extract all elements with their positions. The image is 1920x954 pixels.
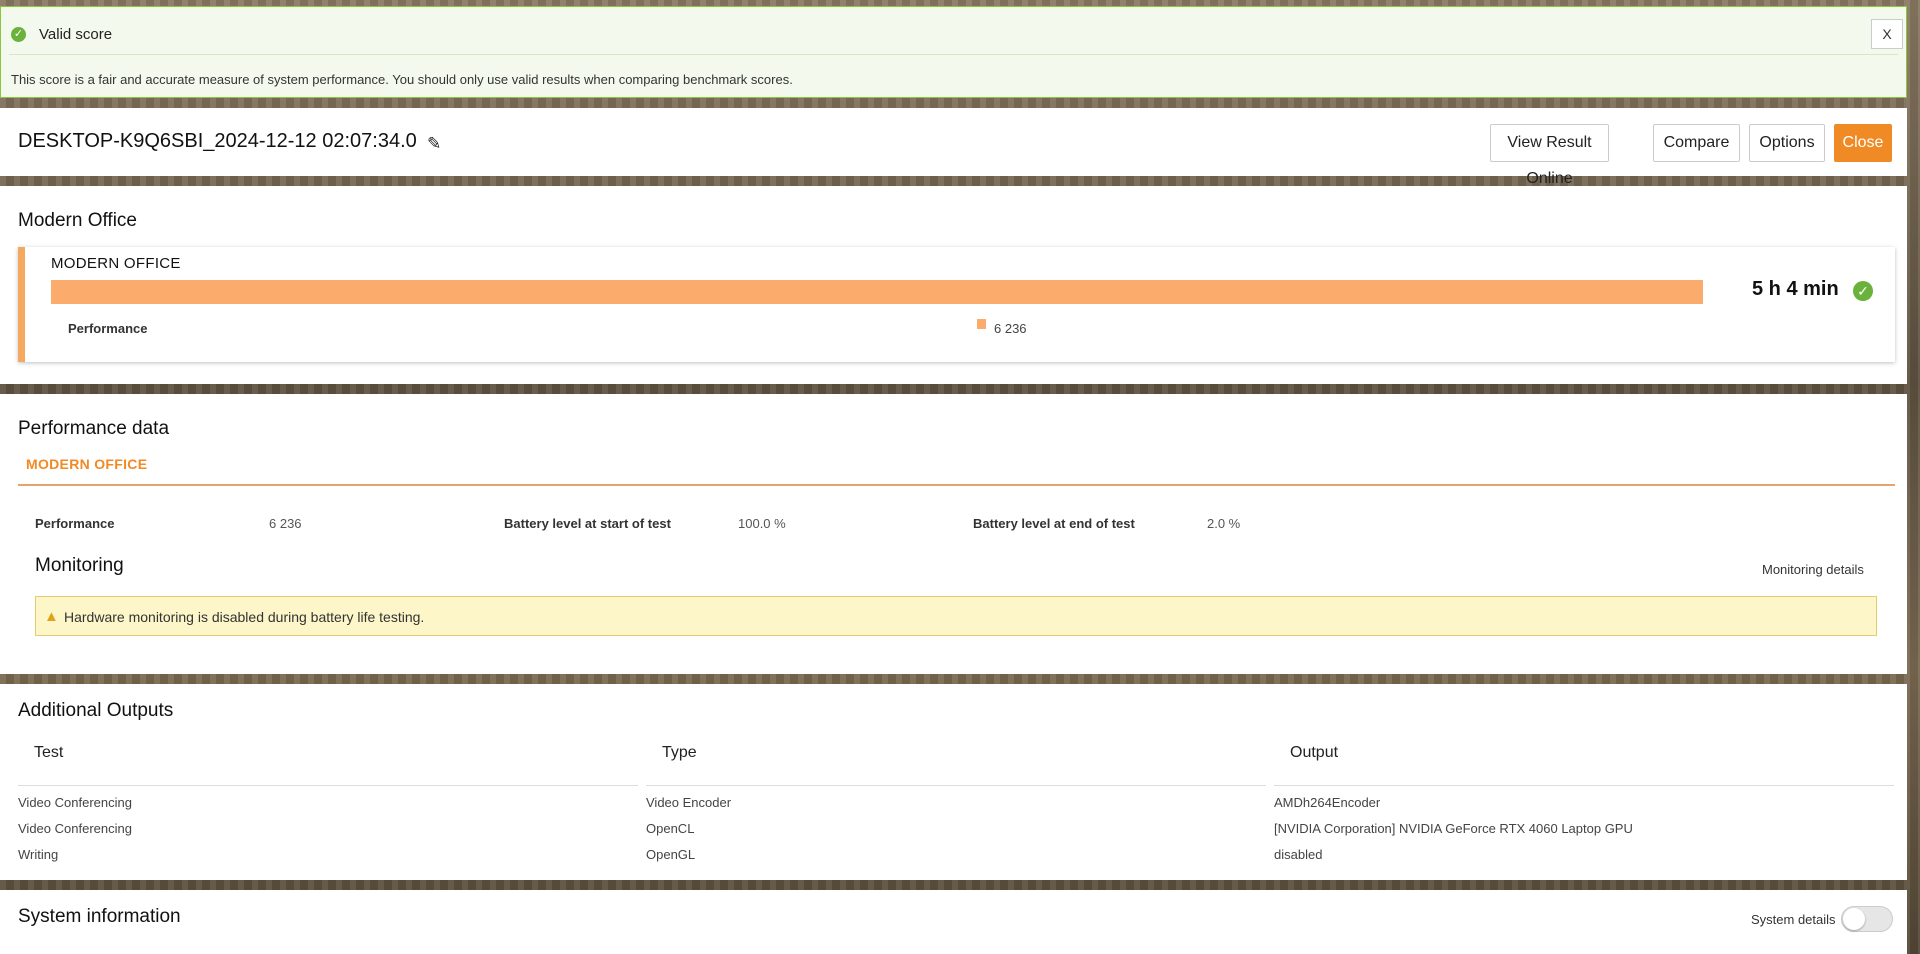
table-cell: Video Conferencing <box>18 821 132 836</box>
valid-check-icon: ✓ <box>1853 281 1873 301</box>
system-details-toggle[interactable] <box>1841 906 1893 932</box>
metric-value: 2.0 % <box>1207 516 1241 531</box>
metric-label: Battery level at start of test <box>504 516 671 531</box>
metric-value: 6 236 <box>269 516 302 531</box>
options-button[interactable]: Options <box>1749 124 1825 162</box>
table-cell: AMDh264Encoder <box>1274 795 1381 810</box>
section-title: Additional Outputs <box>18 700 174 721</box>
column-divider <box>18 785 638 786</box>
banner-close-button[interactable]: X <box>1871 19 1903 49</box>
column-header-test: Test <box>34 744 64 761</box>
warning-text: Hardware monitoring is disabled during b… <box>64 609 425 625</box>
close-button[interactable]: Close <box>1834 124 1892 162</box>
score-card-label: MODERN OFFICE <box>51 255 181 272</box>
system-details-label: System details <box>1751 912 1836 927</box>
banner-description: This score is a fair and accurate measur… <box>11 72 793 87</box>
monitoring-details-link[interactable]: Monitoring details <box>1762 562 1864 577</box>
view-result-online-button[interactable]: View Result Online <box>1490 124 1609 187</box>
metric-value: 100.0 % <box>738 516 786 531</box>
table-cell: OpenGL <box>646 847 696 862</box>
metric-label: Performance <box>35 516 115 531</box>
additional-outputs-section: Additional Outputs Test Type Output Vide… <box>0 684 1907 880</box>
column-header-output: Output <box>1290 744 1339 761</box>
score-bar <box>51 280 1703 304</box>
table-cell: Writing <box>18 847 59 862</box>
metric-label: Battery level at end of test <box>973 516 1135 531</box>
tab-underline <box>18 484 1895 486</box>
warning-icon: ▲ <box>44 608 59 625</box>
column-header-type: Type <box>662 744 697 761</box>
metric-value: 6 236 <box>994 321 1027 336</box>
metric-label: Performance <box>68 321 148 336</box>
section-title: Performance data <box>18 418 170 439</box>
banner-divider <box>9 54 1898 55</box>
table-cell: Video Encoder <box>646 795 732 810</box>
result-header: DESKTOP-K9Q6SBI_2024-12-12 02:07:34.0 ✎ … <box>0 108 1907 187</box>
score-card: MODERN OFFICE Performance 6 236 5 h 4 mi… <box>18 247 1895 362</box>
tab-modern-office[interactable]: MODERN OFFICE <box>26 456 147 472</box>
score-section: Modern Office MODERN OFFICE Performance … <box>0 186 1907 384</box>
system-information-section: System information System details <box>0 890 1907 954</box>
valid-score-banner: ✓ Valid score This score is a fair and a… <box>0 6 1907 98</box>
legend-swatch <box>977 319 986 329</box>
monitoring-warning: ▲ Hardware monitoring is disabled during… <box>35 596 1877 636</box>
table-cell: Video Conferencing <box>18 795 132 810</box>
banner-title: Valid score <box>39 26 113 43</box>
edit-pencil-icon[interactable]: ✎ <box>427 134 441 154</box>
table-cell: [NVIDIA Corporation] NVIDIA GeForce RTX … <box>1274 821 1633 836</box>
section-title: Modern Office <box>18 210 137 231</box>
table-cell: disabled <box>1274 847 1323 862</box>
table-cell: OpenCL <box>646 821 695 836</box>
toggle-knob <box>1843 908 1865 930</box>
column-divider <box>646 785 1266 786</box>
battery-time: 5 h 4 min <box>1752 278 1839 300</box>
section-title: System information <box>18 906 181 927</box>
check-circle-icon: ✓ <box>11 27 26 42</box>
performance-data-section: Performance data MODERN OFFICE Performan… <box>0 394 1907 674</box>
monitoring-title: Monitoring <box>35 555 124 576</box>
column-divider <box>1274 785 1894 786</box>
result-name: DESKTOP-K9Q6SBI_2024-12-12 02:07:34.0 <box>18 130 417 152</box>
compare-button[interactable]: Compare <box>1653 124 1740 162</box>
